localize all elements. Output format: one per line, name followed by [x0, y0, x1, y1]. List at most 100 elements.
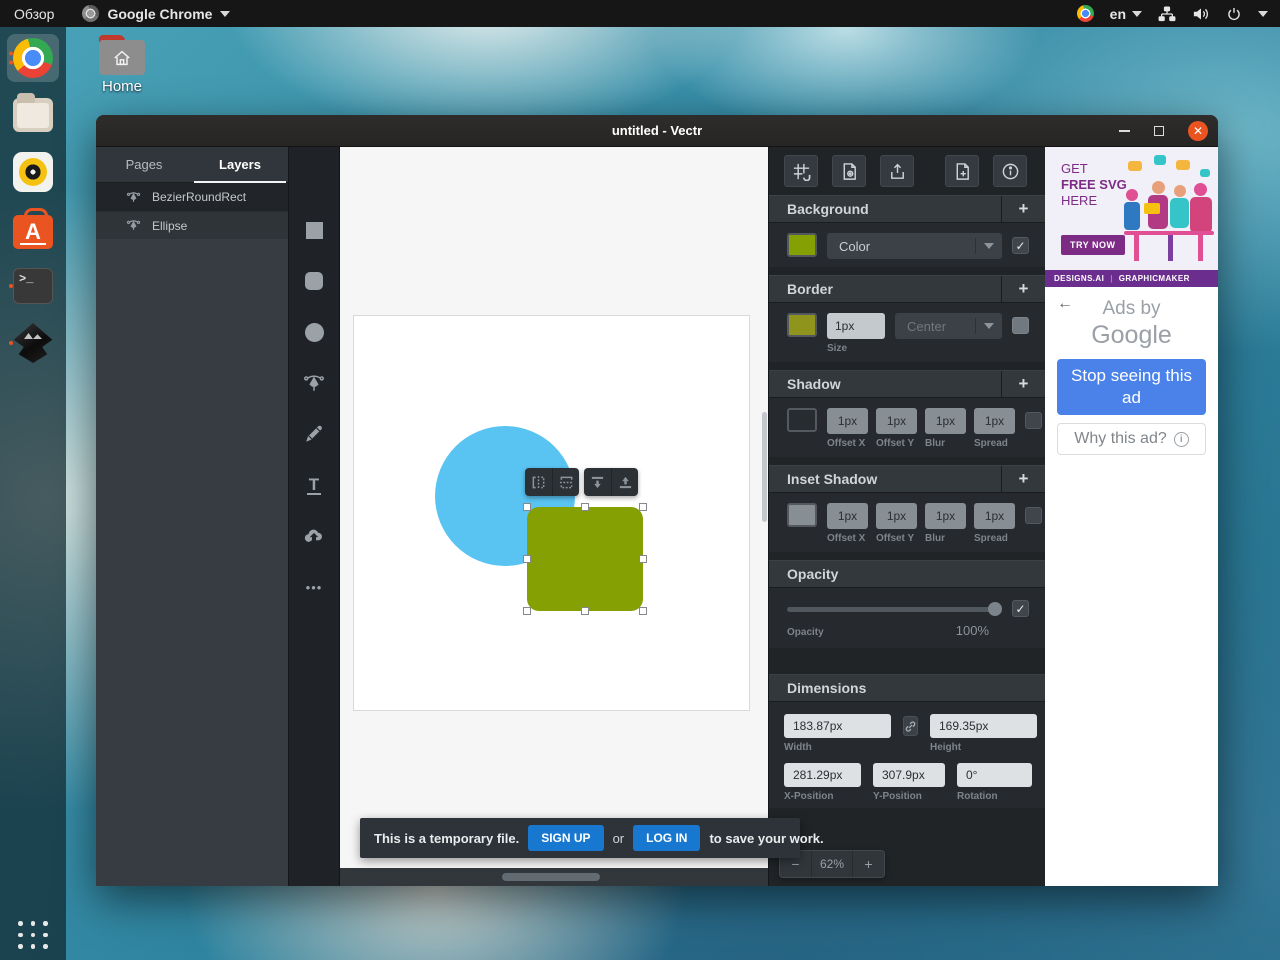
rectangle-tool-button[interactable] — [303, 219, 325, 241]
background-enabled-checkbox[interactable] — [1012, 237, 1029, 254]
height-input[interactable] — [930, 714, 1037, 738]
add-shadow-button[interactable]: + — [1001, 371, 1045, 397]
opacity-slider-thumb[interactable] — [988, 602, 1002, 616]
selection-handle-w[interactable] — [523, 555, 531, 563]
network-icon[interactable] — [1158, 5, 1176, 22]
close-button[interactable]: ✕ — [1188, 120, 1208, 141]
ad-cta-button[interactable]: TRY NOW — [1061, 235, 1125, 255]
chrome-status-icon[interactable] — [1076, 5, 1094, 22]
maximize-button[interactable] — [1154, 125, 1164, 136]
ad-creative[interactable]: GET FREE SVG HERE TRY NOW DESIGNS.AI | G… — [1045, 147, 1218, 287]
log-in-button[interactable]: LOG IN — [633, 825, 701, 851]
volume-icon[interactable] — [1192, 6, 1210, 22]
rotation-input[interactable] — [957, 763, 1032, 787]
selection-handle-sw[interactable] — [523, 607, 531, 615]
layer-row-ellipse[interactable]: Ellipse — [96, 211, 288, 239]
shadow-offset-y-input[interactable] — [876, 408, 917, 434]
zoom-out-button[interactable]: − — [780, 856, 811, 872]
back-arrow-icon[interactable]: ← — [1057, 295, 1073, 313]
shadow-spread-input[interactable] — [974, 408, 1015, 434]
inset-shadow-offset-y-input[interactable] — [876, 503, 917, 529]
activities-button[interactable]: Обзор — [14, 6, 54, 22]
inset-shadow-color-swatch[interactable] — [787, 503, 817, 527]
selection-handle-n[interactable] — [581, 503, 589, 511]
pen-tool-button[interactable] — [303, 372, 325, 394]
ad-headline-line3: HERE — [1061, 193, 1098, 208]
dock-item-rhythmbox[interactable] — [7, 148, 59, 196]
flip-horizontal-button[interactable] — [525, 468, 552, 496]
dock-item-software[interactable]: A — [7, 205, 59, 253]
app-menu[interactable]: Google Chrome — [82, 5, 231, 22]
dock-item-files[interactable] — [7, 91, 59, 139]
background-type-dropdown[interactable]: Color — [827, 233, 1002, 259]
vertical-scrollbar[interactable] — [762, 412, 767, 522]
opacity-enabled-checkbox[interactable] — [1012, 600, 1029, 617]
terminal-icon: >_ — [13, 268, 53, 304]
bring-to-front-button[interactable] — [611, 468, 638, 496]
layer-row-bezierroundrect[interactable]: BezierRoundRect — [96, 183, 288, 211]
tab-layers[interactable]: Layers — [192, 147, 288, 183]
dock-item-terminal[interactable]: >_ — [7, 262, 59, 310]
background-color-swatch[interactable] — [787, 233, 817, 257]
add-page-button[interactable] — [945, 155, 979, 187]
export-cloud-button[interactable] — [303, 525, 325, 547]
chevron-down-icon[interactable] — [1258, 10, 1268, 17]
selected-rounded-rect-shape[interactable] — [527, 507, 643, 611]
inset-shadow-spread-input[interactable] — [974, 503, 1015, 529]
border-position-dropdown[interactable]: Center — [895, 313, 1002, 339]
show-applications-button[interactable] — [14, 918, 52, 952]
more-tools-button[interactable]: ••• — [303, 576, 325, 598]
dock-item-inkscape[interactable] — [7, 319, 59, 367]
horizontal-scrollbar-track[interactable] — [340, 868, 768, 886]
border-size-input[interactable] — [827, 313, 885, 339]
shadow-offset-x-input[interactable] — [827, 408, 868, 434]
language-menu[interactable]: en — [1110, 6, 1142, 22]
inset-shadow-blur-input[interactable] — [925, 503, 966, 529]
add-background-button[interactable]: + — [1001, 196, 1045, 222]
dock-item-chrome[interactable] — [7, 34, 59, 82]
text-tool-button[interactable]: T — [303, 474, 325, 496]
shadow-blur-input[interactable] — [925, 408, 966, 434]
sign-up-button[interactable]: SIGN UP — [528, 825, 604, 851]
shadow-color-swatch[interactable] — [787, 408, 817, 432]
ellipse-tool-button[interactable] — [303, 321, 325, 343]
send-to-back-button[interactable] — [584, 468, 611, 496]
flip-vertical-button[interactable] — [552, 468, 579, 496]
x-position-input[interactable] — [784, 763, 861, 787]
add-inset-shadow-button[interactable]: + — [1001, 466, 1045, 492]
selection-handle-ne[interactable] — [639, 503, 647, 511]
width-input[interactable] — [784, 714, 891, 738]
inset-shadow-enabled-checkbox[interactable] — [1025, 507, 1042, 524]
lock-aspect-ratio-button[interactable] — [903, 716, 918, 736]
chevron-down-icon — [984, 323, 994, 329]
tab-pages[interactable]: Pages — [96, 147, 192, 182]
info-button[interactable] — [993, 155, 1027, 187]
stop-seeing-ad-button[interactable]: Stop seeing this ad — [1057, 359, 1206, 415]
page-settings-button[interactable] — [832, 155, 866, 187]
selection-handle-nw[interactable] — [523, 503, 531, 511]
selection-handle-s[interactable] — [581, 607, 589, 615]
horizontal-scrollbar-thumb[interactable] — [502, 873, 600, 881]
pencil-tool-button[interactable] — [303, 423, 325, 445]
selection-handle-e[interactable] — [639, 555, 647, 563]
canvas[interactable] — [340, 147, 768, 886]
temporary-file-banner: This is a temporary file. SIGN UP or LOG… — [360, 818, 824, 858]
home-shortcut[interactable]: Home — [92, 35, 152, 95]
shadow-enabled-checkbox[interactable] — [1025, 412, 1042, 429]
add-border-button[interactable]: + — [1001, 276, 1045, 302]
rounded-rectangle-tool-button[interactable] — [303, 270, 325, 292]
why-this-ad-button[interactable]: Why this ad? i — [1057, 423, 1206, 455]
zoom-in-button[interactable]: + — [853, 856, 884, 872]
y-position-input[interactable] — [873, 763, 945, 787]
app-menu-label: Google Chrome — [107, 5, 213, 22]
grid-settings-button[interactable] — [784, 155, 818, 187]
opacity-slider[interactable] — [787, 602, 1002, 616]
titlebar[interactable]: untitled - Vectr ✕ — [96, 115, 1218, 147]
border-color-swatch[interactable] — [787, 313, 817, 337]
inset-shadow-offset-x-input[interactable] — [827, 503, 868, 529]
power-icon[interactable] — [1226, 6, 1242, 22]
export-button[interactable] — [880, 155, 914, 187]
border-enabled-checkbox[interactable] — [1012, 317, 1029, 334]
minimize-button[interactable] — [1119, 129, 1130, 132]
selection-handle-se[interactable] — [639, 607, 647, 615]
